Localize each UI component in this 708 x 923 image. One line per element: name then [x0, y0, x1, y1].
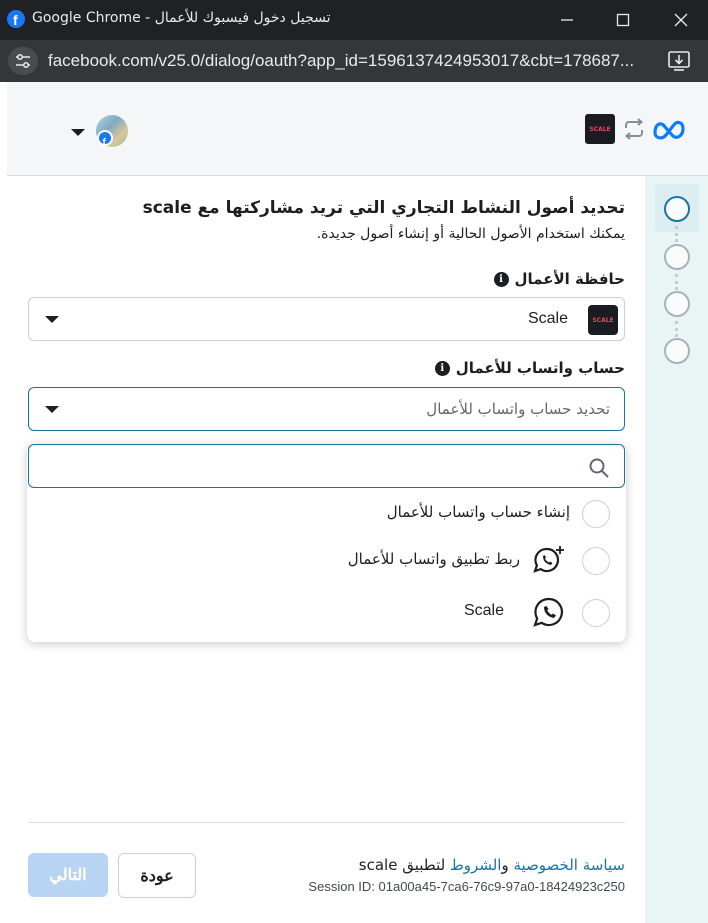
whatsapp-icon — [532, 596, 566, 634]
whatsapp-add-icon — [532, 544, 566, 582]
account-switcher-caret-icon[interactable] — [71, 122, 85, 141]
app-logo: SCALE — [585, 114, 615, 144]
facebook-icon: f — [7, 10, 25, 28]
window-title: Google Chrome - تسجيل دخول فيسبوك للأعما… — [32, 10, 331, 26]
footer-divider — [28, 822, 625, 823]
window-titlebar: f Google Chrome - تسجيل دخول فيسبوك للأع… — [0, 0, 708, 40]
maximize-icon[interactable] — [610, 8, 636, 32]
minimize-icon[interactable] — [554, 8, 580, 32]
option-label: ربط تطبيق واتساب للأعمال — [347, 550, 520, 568]
privacy-policy-link[interactable]: سياسة الخصوصية — [513, 856, 625, 874]
search-icon — [588, 457, 610, 483]
address-bar: facebook.com/v25.0/dialog/oauth?app_id=1… — [0, 40, 708, 82]
page-title: تحديد أصول النشاط التجاري التي تريد مشار… — [142, 198, 625, 218]
url-field[interactable]: facebook.com/v25.0/dialog/oauth?app_id=1… — [48, 51, 658, 71]
install-app-icon[interactable] — [667, 50, 691, 72]
option-radio[interactable] — [582, 547, 610, 575]
chevron-down-icon — [45, 316, 59, 323]
info-icon[interactable]: i — [493, 271, 509, 287]
page-header: f SCALE — [7, 82, 708, 176]
page-subtitle: يمكنك استخدام الأصول الحالية أو إنشاء أص… — [316, 226, 625, 242]
dropdown-search-input[interactable] — [39, 453, 579, 481]
policy-app-suffix: لتطبيق scale — [358, 856, 450, 874]
dropdown-option-create-whatsapp-account[interactable]: إنشاء حساب واتساب للأعمال — [27, 489, 626, 537]
business-portfolio-select[interactable]: SCALE Scale — [28, 297, 625, 341]
step-connector — [675, 226, 679, 242]
step-2-indicator — [664, 244, 690, 270]
meta-logo-icon — [652, 118, 686, 144]
terms-link[interactable]: الشروط — [450, 856, 502, 874]
whatsapp-account-label-text: حساب واتساب للأعمال — [455, 359, 625, 377]
main-content: تحديد أصول النشاط التجاري التي تريد مشار… — [7, 176, 645, 923]
dropdown-option-scale[interactable]: Scale — [27, 588, 626, 636]
option-label: إنشاء حساب واتساب للأعمال — [386, 503, 570, 521]
progress-stepper — [645, 176, 708, 923]
chevron-down-icon — [45, 406, 59, 413]
business-portfolio-value: Scale — [527, 310, 568, 327]
step-connector — [675, 274, 679, 290]
business-portfolio-label: حافظة الأعمال i — [493, 270, 625, 288]
policy-links: سياسة الخصوصية والشروط لتطبيق scale — [359, 856, 625, 874]
policy-and-text: و — [501, 856, 514, 874]
step-3-indicator — [664, 291, 690, 317]
portfolio-logo: SCALE — [588, 305, 618, 335]
session-id: Session ID: 01a00a45-7ca6-76c9-97a0-1842… — [308, 879, 625, 894]
whatsapp-account-placeholder: تحديد حساب واتساب للأعمال — [426, 400, 610, 418]
whatsapp-account-select[interactable]: تحديد حساب واتساب للأعمال — [28, 387, 625, 431]
whatsapp-account-label: حساب واتساب للأعمال i — [434, 359, 625, 377]
step-4-indicator — [664, 338, 690, 364]
facebook-badge-icon: f — [97, 130, 113, 149]
step-connector — [675, 321, 679, 337]
page-edge — [0, 82, 7, 923]
svg-text:f: f — [13, 12, 18, 28]
info-icon[interactable]: i — [434, 360, 450, 376]
option-radio[interactable] — [582, 599, 610, 627]
sync-icon — [622, 118, 646, 144]
step-1-indicator — [664, 196, 690, 222]
site-settings-icon[interactable] — [8, 47, 38, 75]
back-button[interactable]: عودة — [118, 853, 196, 898]
option-label: Scale — [463, 602, 504, 619]
dropdown-option-connect-whatsapp-app[interactable]: ربط تطبيق واتساب للأعمال — [27, 536, 626, 584]
business-portfolio-label-text: حافظة الأعمال — [514, 270, 625, 288]
dropdown-search — [28, 444, 625, 488]
close-icon[interactable] — [668, 8, 694, 32]
option-radio[interactable] — [582, 500, 610, 528]
next-button[interactable]: التالي — [28, 853, 108, 897]
whatsapp-account-dropdown: إنشاء حساب واتساب للأعمال ربط تطبيق واتس… — [27, 444, 626, 642]
svg-text:f: f — [103, 138, 107, 148]
